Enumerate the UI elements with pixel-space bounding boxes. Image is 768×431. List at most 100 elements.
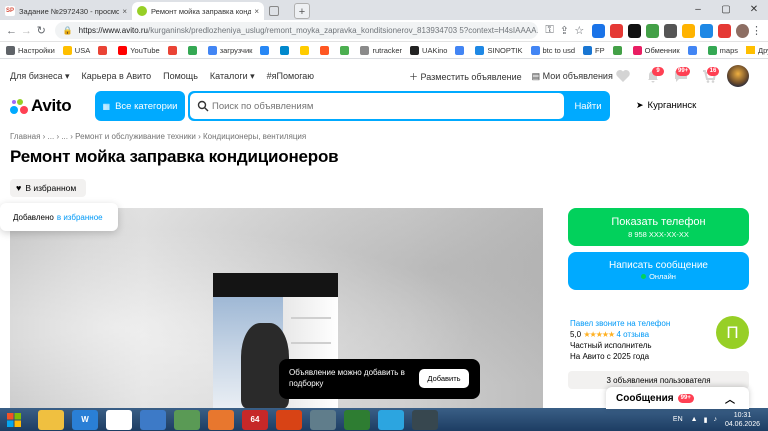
help-tag-link[interactable]: #яПомогаю [267,71,314,81]
key-icon[interactable]: ⚿ [542,24,557,37]
user-avatar[interactable] [727,65,749,87]
bookmark-item[interactable] [98,45,110,55]
help-link[interactable]: Помощь [163,71,198,81]
taskbar-app-telegram-icon[interactable] [378,409,404,430]
bookmark-item[interactable]: maps [707,45,738,55]
start-button[interactable] [0,408,28,431]
clock-time: 10:31 [733,411,752,419]
taskbar-app-app10-icon[interactable] [344,409,370,430]
search-input[interactable] [190,93,564,119]
extension-icon[interactable] [645,23,659,38]
add-to-collection-button[interactable]: Добавить [419,369,469,388]
location-selector[interactable]: ➤ Курганинск [636,100,696,111]
avito-logo[interactable]: Avito [10,96,72,116]
taskbar-app-media-icon[interactable] [208,409,234,430]
seller-rating: 5,0 ★★★★★ 4 отзыва [570,330,650,339]
extension-icon[interactable] [627,23,641,38]
language-indicator[interactable]: EN [673,416,683,423]
profile-avatar-icon[interactable] [736,23,750,38]
extension-icon[interactable] [591,23,605,38]
bookmark-item[interactable] [612,45,625,55]
reviews-link[interactable]: 4 отзыва [616,330,649,339]
close-tab-icon[interactable]: × [254,7,259,16]
seller-avatar[interactable]: П [716,316,749,349]
my-ads-link[interactable]: ▤ Мои объявления [532,71,613,82]
bookmark-item[interactable]: загрузчик [207,45,252,55]
taskbar-app-app64-icon[interactable]: 64 [242,409,268,430]
bookmark-item[interactable]: USA [62,45,90,55]
taskbar-app-app8-icon[interactable] [276,409,302,430]
extension-icon[interactable] [609,23,623,38]
forward-arrow-icon[interactable]: → [19,25,34,37]
taskbar-app-w-app-icon[interactable]: W [72,409,98,430]
bookmark-item[interactable] [455,45,467,55]
bookmark-item[interactable] [280,45,292,55]
network-icon[interactable]: ▮ [704,416,708,424]
notifications-badge: 9 [652,67,664,76]
search-button[interactable]: Найти [566,91,610,121]
maximize-button[interactable]: ▢ [712,0,740,20]
bookmark-item[interactable]: UAKino [410,45,447,55]
bookmark-item[interactable]: Настройки [6,45,55,55]
heart-icon[interactable] [615,68,631,84]
bookmark-item[interactable] [300,45,312,55]
bookmark-item[interactable]: YouTube [118,45,160,55]
business-menu[interactable]: Для бизнеса ▾ [10,71,70,82]
avito-logo-icon [10,97,28,115]
other-bookmarks[interactable]: Другие закладки [746,46,768,55]
browser-tab[interactable]: SP Задание №2972430 - просмотр з × [0,2,132,20]
vk-icon [260,45,270,55]
bookmark-item[interactable] [320,45,332,55]
reload-icon[interactable]: ↻ [34,24,49,37]
taskbar-app-app5-icon[interactable] [174,409,200,430]
bookmark-item[interactable] [687,45,700,55]
catalogs-menu[interactable]: Каталоги ▾ [210,71,255,82]
minimize-button[interactable]: – [684,0,712,20]
taskbar-app-app12-icon[interactable] [412,409,438,430]
bookmark-item[interactable] [187,45,200,55]
url-field[interactable]: 🔒 https://www.avito.ru /kurganinsk/predl… [54,22,539,39]
browser-tab-active[interactable]: Ремонт мойка заправка кондиц × [132,2,264,20]
window-controls: – ▢ ✕ [684,0,768,20]
post-ad-link[interactable]: ＋ Разместить объявление [409,70,522,83]
share-icon[interactable]: ⇪ [557,24,572,37]
gear-icon [6,45,15,55]
clock[interactable]: 10:31 04.06.2026 [725,411,760,429]
bookmark-item[interactable] [260,45,272,55]
bookmark-item[interactable]: Обменник [632,45,680,55]
taskbar-app-app4-icon[interactable] [140,409,166,430]
bookmark-item[interactable] [340,45,352,55]
show-phone-button[interactable]: Показать телефон 8 958 XXX-XX-XX [568,208,749,246]
browser-tab[interactable] [264,2,290,20]
extension-icon[interactable] [681,23,695,38]
bookmark-item[interactable]: SINOPTIK [475,45,523,55]
browser-menu-icon[interactable]: ⋮ [749,24,764,37]
chevron-up-icon[interactable]: ︿ [725,391,735,406]
extension-icon[interactable] [663,23,677,38]
bookmark-star-icon[interactable]: ☆ [572,24,587,37]
favorites-link[interactable]: в избранное [57,213,103,222]
bookmark-item[interactable] [167,45,180,55]
extension-icon[interactable] [717,23,731,38]
back-arrow-icon[interactable]: ← [4,25,19,37]
bookmark-item[interactable]: FP [583,45,605,55]
seller-name[interactable]: Павел звоните на телефон [570,318,670,329]
new-tab-button[interactable]: + [294,3,310,19]
extension-icon[interactable] [699,23,713,38]
career-link[interactable]: Карьера в Авито [82,71,152,81]
messages-panel[interactable]: Сообщения 99+ ︿ [606,387,749,409]
tray-arrow-icon[interactable]: ▲ [691,416,698,423]
close-tab-icon[interactable]: × [122,7,127,16]
taskbar-app-chrome-icon[interactable] [106,409,132,430]
bookmark-item[interactable]: rutracker [360,45,402,55]
weather-icon [475,45,485,55]
taskbar-app-app9-icon[interactable] [310,409,336,430]
close-window-button[interactable]: ✕ [740,0,768,20]
breadcrumb[interactable]: Главная › ... › ... › Ремонт и обслужива… [10,132,306,141]
taskbar-app-explorer-icon[interactable] [38,409,64,430]
bookmark-item[interactable]: btc to usd [530,45,575,55]
volume-icon[interactable]: ♪ [713,416,717,423]
favorite-button[interactable]: ♥ В избранном [10,179,86,197]
all-categories-button[interactable]: ▦ Все категории [95,91,185,121]
write-message-button[interactable]: Написать сообщение Онлайн [568,252,749,290]
